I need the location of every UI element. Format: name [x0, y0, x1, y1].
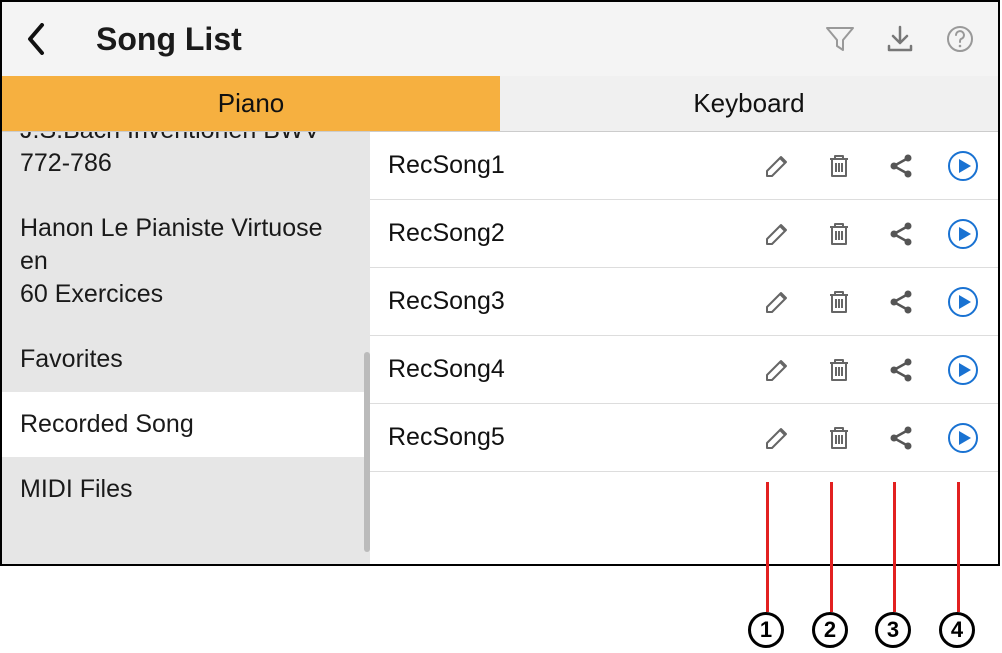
sidebar-item-recorded[interactable]: Recorded Song: [2, 392, 370, 457]
tab-label: Piano: [218, 88, 285, 119]
app-window: Song List Piano: [0, 0, 1000, 566]
play-icon: [947, 422, 979, 454]
sidebar-item-label: Favorites: [20, 345, 123, 373]
sidebar-item-favorites[interactable]: Favorites: [2, 327, 370, 392]
header-bar: Song List: [2, 2, 998, 76]
edit-button[interactable]: [760, 421, 794, 455]
song-actions: [760, 421, 980, 455]
download-button[interactable]: [880, 19, 920, 59]
play-button[interactable]: [946, 149, 980, 183]
help-icon: [945, 24, 975, 54]
callout-line: [766, 482, 769, 612]
play-button[interactable]: [946, 285, 980, 319]
trash-icon: [825, 424, 853, 452]
song-row[interactable]: RecSong3: [370, 268, 998, 336]
pencil-icon: [763, 152, 791, 180]
share-icon: [887, 288, 915, 316]
callout-number: 2: [812, 612, 848, 648]
pencil-icon: [763, 288, 791, 316]
play-button[interactable]: [946, 217, 980, 251]
play-button[interactable]: [946, 421, 980, 455]
delete-button[interactable]: [822, 421, 856, 455]
sidebar-item-midi[interactable]: MIDI Files: [2, 457, 370, 522]
edit-button[interactable]: [760, 149, 794, 183]
play-icon: [947, 218, 979, 250]
sidebar-item-label: Recorded Song: [20, 410, 194, 438]
content-body: J.S.Bach Inventionen BWV 772-786 Hanon L…: [2, 132, 998, 564]
song-name: RecSong5: [388, 423, 760, 452]
tab-keyboard[interactable]: Keyboard: [500, 76, 998, 131]
share-icon: [887, 220, 915, 248]
sidebar-scroll: J.S.Bach Inventionen BWV 772-786 Hanon L…: [2, 132, 370, 522]
song-actions: [760, 285, 980, 319]
pencil-icon: [763, 424, 791, 452]
callout-number: 1: [748, 612, 784, 648]
back-button[interactable]: [14, 17, 58, 61]
song-row[interactable]: RecSong5: [370, 404, 998, 472]
callout-number: 4: [939, 612, 975, 648]
sidebar-item-hanon[interactable]: Hanon Le Pianiste Virtuose en 60 Exercic…: [2, 196, 370, 327]
callout-line: [830, 482, 833, 612]
callout-line: [893, 482, 896, 612]
song-actions: [760, 149, 980, 183]
share-button[interactable]: [884, 421, 918, 455]
trash-icon: [825, 356, 853, 384]
filter-button[interactable]: [820, 19, 860, 59]
tab-label: Keyboard: [693, 88, 804, 119]
song-actions: [760, 217, 980, 251]
sidebar-item-label: J.S.Bach Inventionen BWV 772-786: [20, 132, 320, 177]
download-icon: [885, 24, 915, 54]
chevron-left-icon: [26, 23, 46, 55]
callout-number: 3: [875, 612, 911, 648]
sidebar-scrollbar-thumb[interactable]: [364, 352, 370, 552]
song-row[interactable]: RecSong4: [370, 336, 998, 404]
share-button[interactable]: [884, 149, 918, 183]
tabs: Piano Keyboard: [2, 76, 998, 132]
delete-button[interactable]: [822, 353, 856, 387]
song-actions: [760, 353, 980, 387]
share-button[interactable]: [884, 353, 918, 387]
delete-button[interactable]: [822, 149, 856, 183]
help-button[interactable]: [940, 19, 980, 59]
play-button[interactable]: [946, 353, 980, 387]
delete-button[interactable]: [822, 217, 856, 251]
song-row[interactable]: RecSong2: [370, 200, 998, 268]
song-name: RecSong2: [388, 219, 760, 248]
song-name: RecSong4: [388, 355, 760, 384]
trash-icon: [825, 220, 853, 248]
trash-icon: [825, 288, 853, 316]
header-actions: [820, 19, 980, 59]
callout-line: [957, 482, 960, 612]
song-list: RecSong1 RecSong2 RecSong3 RecSong4 RecSong5: [370, 132, 998, 564]
sidebar-item-label: Hanon Le Pianiste Virtuose en 60 Exercic…: [20, 214, 323, 308]
category-sidebar: J.S.Bach Inventionen BWV 772-786 Hanon L…: [2, 132, 370, 564]
share-icon: [887, 424, 915, 452]
pencil-icon: [763, 356, 791, 384]
share-button[interactable]: [884, 285, 918, 319]
tab-piano[interactable]: Piano: [2, 76, 500, 131]
sidebar-item-label: MIDI Files: [20, 475, 133, 503]
share-icon: [887, 356, 915, 384]
song-name: RecSong3: [388, 287, 760, 316]
funnel-icon: [825, 24, 855, 54]
page-title: Song List: [96, 21, 820, 58]
share-icon: [887, 152, 915, 180]
play-icon: [947, 354, 979, 386]
pencil-icon: [763, 220, 791, 248]
edit-button[interactable]: [760, 217, 794, 251]
song-name: RecSong1: [388, 151, 760, 180]
trash-icon: [825, 152, 853, 180]
sidebar-item-bach[interactable]: J.S.Bach Inventionen BWV 772-786: [2, 132, 370, 196]
share-button[interactable]: [884, 217, 918, 251]
song-row[interactable]: RecSong1: [370, 132, 998, 200]
play-icon: [947, 286, 979, 318]
delete-button[interactable]: [822, 285, 856, 319]
edit-button[interactable]: [760, 285, 794, 319]
edit-button[interactable]: [760, 353, 794, 387]
play-icon: [947, 150, 979, 182]
